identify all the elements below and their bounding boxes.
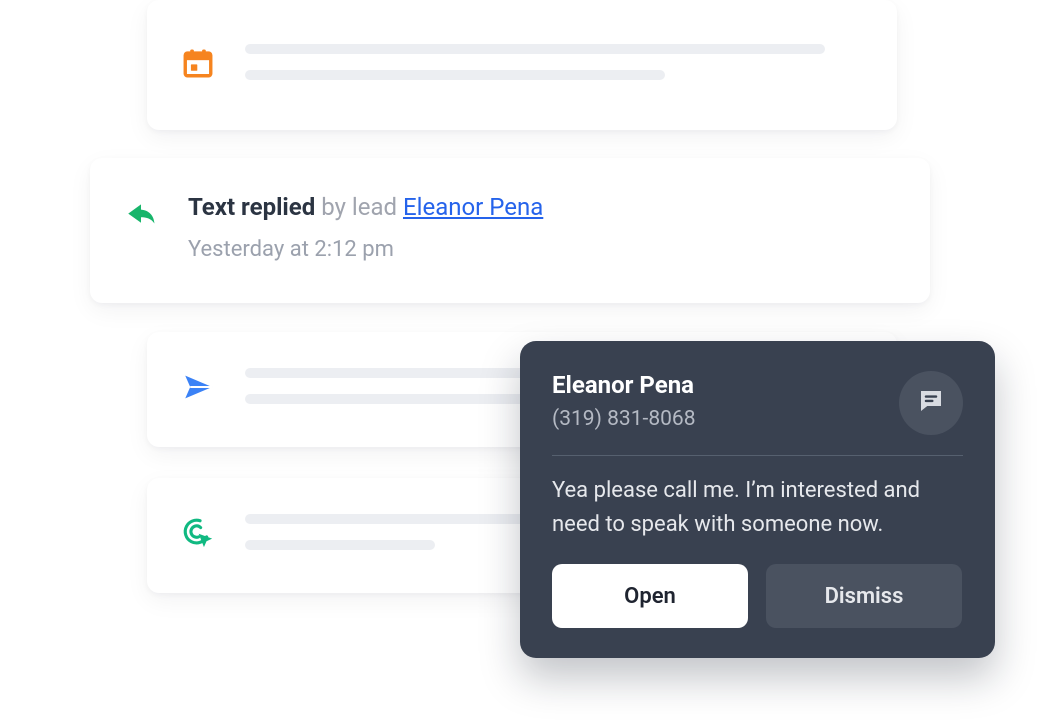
send-icon xyxy=(181,370,215,404)
activity-action: Text replied xyxy=(188,193,315,221)
dismiss-button[interactable]: Dismiss xyxy=(766,564,962,628)
chat-icon xyxy=(916,386,946,420)
placeholder-line xyxy=(245,44,825,54)
activity-timestamp: Yesterday at 2:12 pm xyxy=(188,237,896,262)
placeholder-line xyxy=(245,540,435,550)
notification-toast: Eleanor Pena (319) 831-8068 Yea please c… xyxy=(520,341,995,658)
activity-headline: Text replied by lead Eleanor Pena xyxy=(188,192,896,223)
chat-button[interactable] xyxy=(899,371,963,435)
toast-contact: Eleanor Pena (319) 831-8068 xyxy=(552,371,696,431)
activity-card-body xyxy=(245,44,863,80)
reply-icon xyxy=(124,198,158,232)
divider xyxy=(552,455,963,456)
toast-actions: Open Dismiss xyxy=(552,564,963,628)
open-button[interactable]: Open xyxy=(552,564,748,628)
activity-card-body: Text replied by lead Eleanor Pena Yester… xyxy=(188,192,896,262)
toast-message: Yea please call me. I’m interested and n… xyxy=(552,474,963,542)
lead-link[interactable]: Eleanor Pena xyxy=(403,193,543,221)
toast-contact-name: Eleanor Pena xyxy=(552,371,696,399)
activity-card-reply[interactable]: Text replied by lead Eleanor Pena Yester… xyxy=(90,158,930,303)
toast-contact-phone: (319) 831-8068 xyxy=(552,407,696,431)
activity-card-calendar xyxy=(147,0,897,130)
placeholder-line xyxy=(245,394,535,404)
click-target-icon xyxy=(181,516,215,550)
activity-action-rest: by lead xyxy=(315,193,403,221)
calendar-icon xyxy=(181,46,215,80)
placeholder-line xyxy=(245,70,665,80)
